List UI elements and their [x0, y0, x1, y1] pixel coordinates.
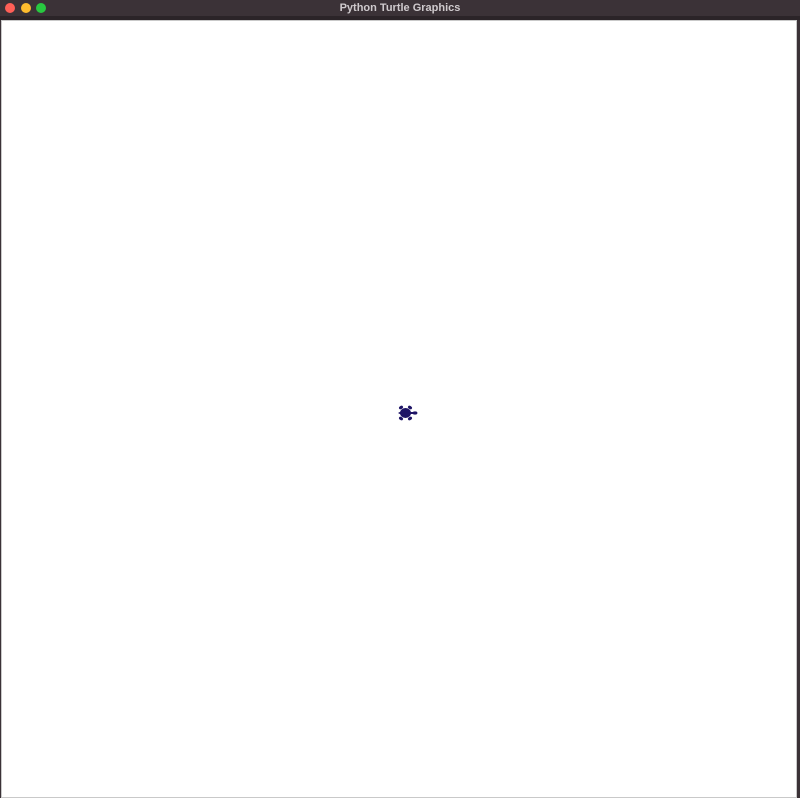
canvas-frame	[1, 20, 797, 798]
turtle-graphics-window: Python Turtle Graphics	[0, 0, 800, 798]
turtle-icon	[398, 405, 418, 421]
title-bar[interactable]: Python Turtle Graphics	[0, 0, 800, 16]
window-title: Python Turtle Graphics	[339, 2, 461, 14]
drawing-canvas[interactable]	[2, 21, 796, 797]
